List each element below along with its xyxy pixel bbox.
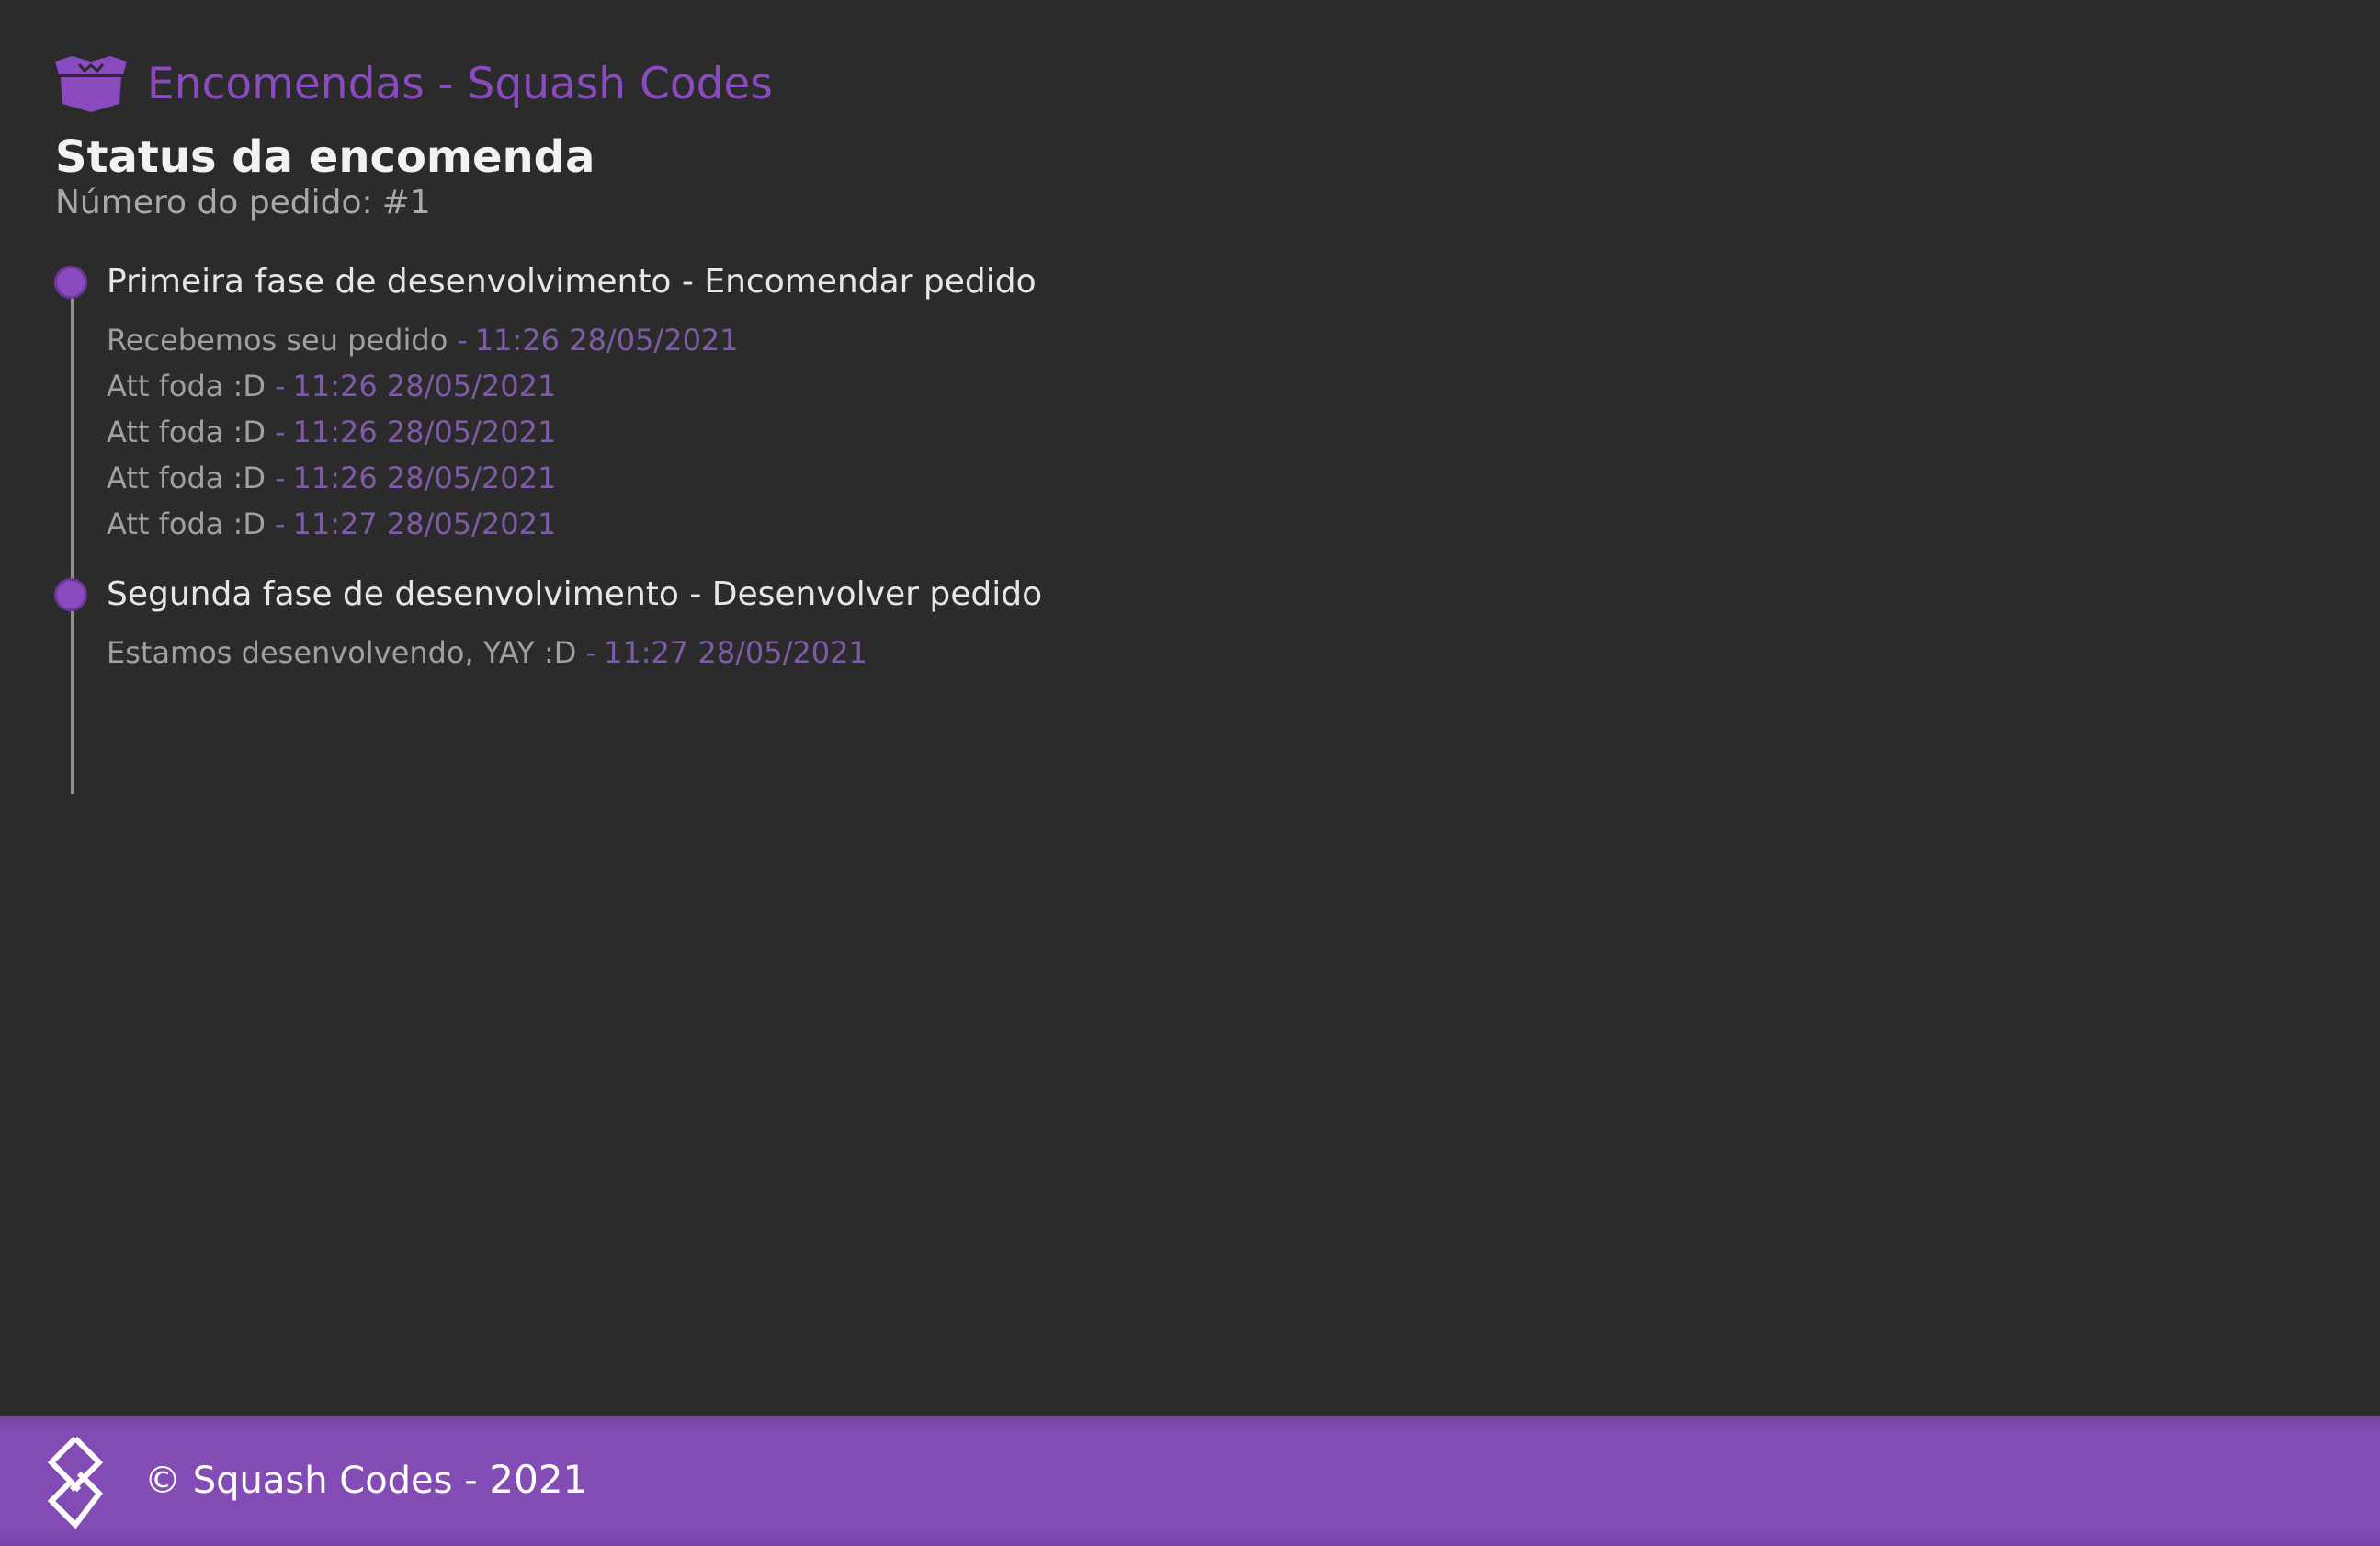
page-title: Status da encomenda [55, 131, 595, 183]
update-text: Estamos desenvolvendo, YAY :D [107, 635, 577, 670]
timeline-line [71, 281, 74, 794]
app-title: Encomendas - Squash Codes [147, 58, 773, 109]
update-text: Att foda :D [107, 369, 266, 404]
order-number-label: Número do pedido: [55, 184, 373, 222]
order-number: Número do pedido: #1 [55, 184, 431, 222]
update-item: Att foda :D -11:27 28/05/2021 [107, 506, 557, 541]
timeline-dot [54, 266, 87, 299]
update-item: Att foda :D -11:26 28/05/2021 [107, 460, 557, 495]
copyright-year: 2021 [489, 1457, 588, 1502]
phase-updates: Recebemos seu pedido -11:26 28/05/2021 At… [107, 317, 739, 547]
update-item: Estamos desenvolvendo, YAY :D -11:27 28/0… [107, 635, 867, 670]
copyright-text: © Squash Codes - [144, 1460, 478, 1502]
footer-copyright: © Squash Codes - 2021 [144, 1457, 587, 1504]
phase-updates: Estamos desenvolvendo, YAY :D -11:27 28/0… [107, 630, 867, 676]
update-text: Att foda :D [107, 506, 266, 541]
update-time: 11:26 28/05/2021 [292, 415, 557, 449]
update-item: Att foda :D -11:26 28/05/2021 [107, 415, 557, 449]
phase-title: Primeira fase de desenvolvimento - Encom… [107, 263, 1037, 301]
app-header: Encomendas - Squash Codes [53, 51, 773, 116]
footer: © Squash Codes - 2021 [0, 1416, 2380, 1546]
update-time: 11:26 28/05/2021 [292, 369, 557, 404]
box-open-icon [55, 56, 127, 112]
update-text: Att foda :D [107, 460, 266, 495]
squash-codes-logo [47, 1436, 104, 1529]
update-item: Att foda :D -11:26 28/05/2021 [107, 369, 557, 404]
update-text: Recebemos seu pedido [107, 323, 448, 358]
update-time: 11:27 28/05/2021 [603, 635, 867, 670]
update-time: 11:26 28/05/2021 [292, 460, 557, 495]
phase-title: Segunda fase de desenvolvimento - Desenv… [107, 575, 1043, 613]
order-number-value: #1 [381, 184, 431, 222]
update-time: 11:27 28/05/2021 [292, 506, 557, 541]
update-text: Att foda :D [107, 415, 266, 449]
update-item: Recebemos seu pedido -11:26 28/05/2021 [107, 323, 739, 358]
timeline-dot [54, 578, 87, 611]
update-time: 11:26 28/05/2021 [474, 323, 739, 358]
page: Encomendas - Squash Codes Status da enco… [0, 0, 2380, 1546]
